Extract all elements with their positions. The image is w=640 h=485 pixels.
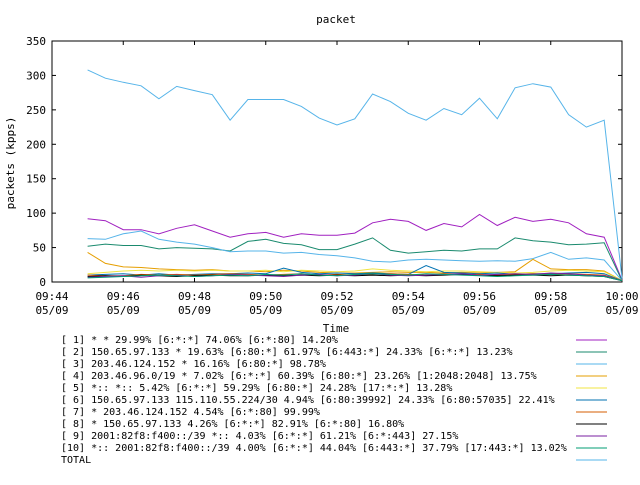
legend-label-11: TOTAL (61, 455, 91, 466)
x-tick-label: 09:44 (35, 290, 68, 303)
x-tick-date-label: 05/09 (463, 304, 496, 317)
legend-label-9: [ 9] 2001:82f8:f400::/39 *:: 4.03% [6:*:… (61, 431, 458, 442)
legend-label-4: [ 4] 203.46.96.0/19 * 7.02% [6:*:*] 60.3… (61, 371, 537, 382)
x-axis-label: Time (323, 322, 350, 335)
x-tick-date-label: 05/09 (249, 304, 282, 317)
x-tick-date-label: 05/09 (392, 304, 425, 317)
x-tick-label: 09:52 (320, 290, 353, 303)
legend-label-2: [ 2] 150.65.97.133 * 19.63% [6:80:*] 61.… (61, 347, 513, 358)
series-line-1 (87, 213, 623, 281)
x-tick-label: 09:58 (534, 290, 567, 303)
series-line-11 (87, 69, 623, 279)
y-tick-label: 100 (26, 207, 46, 220)
y-tick-label: 200 (26, 138, 46, 151)
x-tick-label: 09:48 (178, 290, 211, 303)
legend-label-5: [ 5] *:: *:: 5.42% [6:*:*] 59.29% [6:80:… (61, 383, 452, 394)
y-tick-label: 350 (26, 35, 46, 48)
chart-root: packet packets (kpps) Time 0 50 100 150 200 2… (0, 0, 640, 480)
x-tick-date-label: 05/09 (605, 304, 638, 317)
legend-label-3: [ 3] 203.46.124.152 * 16.16% [6:80:*] 98… (61, 359, 326, 370)
legend-label-7: [ 7] * 203.46.124.152 4.54% [6:*:80] 99.… (61, 407, 320, 418)
legend-label-10: [10] *:: 2001:82f8:f400::/39 4.00% [6:*:… (61, 443, 567, 454)
y-tick-label: 50 (33, 242, 46, 255)
x-tick-date-label: 05/09 (320, 304, 353, 317)
legend-label-1: [ 1] * * 29.99% [6:*:*] 74.06% [6:*:80] … (61, 335, 338, 346)
chart-title: packet (316, 13, 356, 26)
y-tick-label: 250 (26, 104, 46, 117)
x-tick-date-label: 05/09 (107, 304, 140, 317)
y-tick-label: 300 (26, 69, 46, 82)
legend: [ 1] * * 29.99% [6:*:*] 74.06% [6:*:80] … (61, 335, 607, 466)
y-tick-label: 150 (26, 173, 46, 186)
x-tick-label: 09:56 (463, 290, 496, 303)
packet-line-chart: packet packets (kpps) Time 0 50 100 150 200 2… (4, 13, 639, 466)
legend-label-8: [ 8] * 150.65.97.133 4.26% [6:*:*] 82.91… (61, 419, 404, 430)
legend-label-6: [ 6] 150.65.97.133 115.110.55.224/30 4.9… (61, 395, 555, 406)
x-tick-date-label: 05/09 (178, 304, 211, 317)
x-tick-date-label: 05/09 (35, 304, 68, 317)
series-lines (87, 69, 623, 282)
x-tick-date-label: 05/09 (534, 304, 567, 317)
x-tick-label: 09:50 (249, 290, 282, 303)
x-tick-label: 10:00 (605, 290, 638, 303)
x-tick-label: 09:46 (107, 290, 140, 303)
x-tick-label: 09:54 (392, 290, 425, 303)
y-tick-label: 0 (39, 276, 46, 289)
y-axis-label: packets (kpps) (4, 117, 17, 210)
